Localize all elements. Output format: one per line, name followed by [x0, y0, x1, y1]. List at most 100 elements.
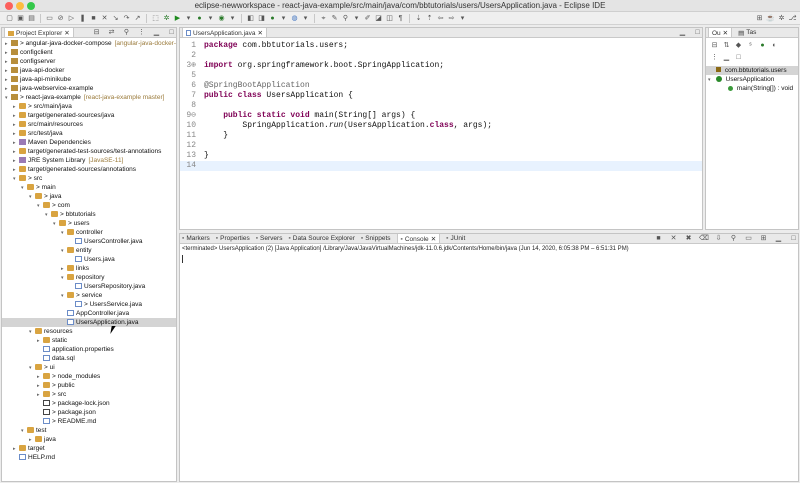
tab-console[interactable]: ▪ Console ✕ [396, 234, 441, 243]
forward-icon[interactable]: ⇨ [447, 14, 456, 23]
external-tools-icon[interactable]: ● [195, 14, 204, 23]
skip-breakpoints-icon[interactable]: ⊘ [56, 14, 65, 23]
console-output[interactable]: <terminated> UsersApplication (2) [Java … [180, 245, 798, 481]
tree-item[interactable]: ▸ JRE System Library [JavaSE-11] [2, 156, 176, 165]
close-icon[interactable]: ✕ [258, 29, 263, 37]
outline-package[interactable]: com.bbtutorials.users [706, 66, 798, 75]
code-line[interactable]: 3⊕ import org.springframework.boot.Spring… [180, 61, 702, 71]
tree-item[interactable]: ▸ > src/main/java [2, 102, 176, 111]
tree-item[interactable]: > package-lock.json [2, 399, 176, 408]
tab-snippets[interactable]: ▪ Snippets [361, 235, 391, 242]
open-console-icon[interactable]: ⊞ [759, 234, 768, 243]
disconnect-icon[interactable]: ✕ [100, 14, 109, 23]
code-line[interactable]: 9⊖ public static void main(String[] args… [180, 111, 702, 121]
tree-item[interactable]: ▾ resources [2, 327, 176, 336]
hide-local-types-icon[interactable]: ◐ [770, 41, 779, 50]
new-java-class-icon[interactable]: ● [268, 14, 277, 23]
close-icon[interactable]: ✕ [431, 235, 436, 243]
tree-item[interactable]: ▾ > service [2, 291, 176, 300]
tab-data-source-explorer[interactable]: ▪ Data Source Explorer [288, 235, 354, 242]
back-icon[interactable]: ⇦ [436, 14, 445, 23]
code-area[interactable]: 1 package com.bbtutorials.users; 2 3⊕ import… [180, 39, 702, 229]
tree-item[interactable]: ▾ > users [2, 219, 176, 228]
tree-item[interactable]: ▸ links [2, 264, 176, 273]
browser-dropdown-icon[interactable]: ▾ [301, 14, 310, 23]
hide-fields-icon[interactable]: ◆ [734, 41, 743, 50]
display-console-icon[interactable]: ▭ [744, 234, 753, 243]
tree-item[interactable]: UsersApplication.java [2, 318, 176, 327]
save-all-icon[interactable]: ▤ [27, 14, 36, 23]
tab-servers[interactable]: ▪ Servers [256, 235, 283, 242]
tree-item[interactable]: ▸ src/main/resources [2, 120, 176, 129]
tree-item[interactable]: ▾ > src [2, 174, 176, 183]
new-server-icon[interactable]: ⬚ [151, 14, 160, 23]
tree-item[interactable]: ▾ > java [2, 192, 176, 201]
tree-item[interactable]: ▸ configclient [2, 48, 176, 57]
tree-item[interactable]: ▸ java-api-minikube [2, 75, 176, 84]
tab-outline[interactable]: Ou ✕ [708, 28, 733, 37]
code-line[interactable]: 10 SpringApplication.run(UsersApplicatio… [180, 121, 702, 131]
new-class-dropdown-icon[interactable]: ▾ [279, 14, 288, 23]
view-menu-icon[interactable]: ⋮ [710, 53, 719, 62]
tree-item[interactable]: ▸ static [2, 336, 176, 345]
tab-users-application-java[interactable]: UsersApplication.java ✕ [182, 28, 267, 37]
search-dropdown-icon[interactable]: ▾ [352, 14, 361, 23]
tree-item[interactable]: ▸ target/generated-sources/java [2, 111, 176, 120]
maximize-view-icon[interactable]: □ [789, 234, 798, 243]
block-selection-icon[interactable]: ◫ [385, 14, 394, 23]
tree-item[interactable]: ▾ > bbtutorials [2, 210, 176, 219]
close-icon[interactable]: ✕ [64, 29, 69, 37]
collapse-all-icon[interactable]: ⊟ [92, 28, 101, 37]
scroll-lock-icon[interactable]: ⇩ [714, 234, 723, 243]
new-icon[interactable]: ▢ [5, 14, 14, 23]
debug-icon[interactable]: ✲ [162, 14, 171, 23]
prev-annotation-icon[interactable]: ⇡ [425, 14, 434, 23]
tree-item[interactable]: ▾ entity [2, 246, 176, 255]
tree-item[interactable]: > UsersService.java [2, 300, 176, 309]
tree-item[interactable]: HELP.md [2, 453, 176, 462]
tree-item[interactable]: ▸ target/generated-test-sources/test-anno… [2, 147, 176, 156]
tab-markers[interactable]: ▪ Markers [182, 235, 210, 242]
tab-junit[interactable]: ▪ JUnit [446, 235, 465, 242]
hide-nonpublic-icon[interactable]: ● [758, 41, 767, 50]
run-icon[interactable]: ▶ [173, 14, 182, 23]
tree-item[interactable]: AppController.java [2, 309, 176, 318]
new-java-project-icon[interactable]: ◧ [246, 14, 255, 23]
link-editor-icon[interactable]: ⇄ [107, 28, 116, 37]
coverage-icon[interactable]: ◉ [217, 14, 226, 23]
tree-item[interactable]: ▾ controller [2, 228, 176, 237]
tree-item[interactable]: > package.json [2, 408, 176, 417]
tree-item[interactable]: data.sql [2, 354, 176, 363]
tree-item[interactable]: ▾ > react-java-example [react-java-example… [2, 93, 176, 102]
tree-item[interactable]: ▸ java [2, 435, 176, 444]
code-line[interactable]: 7 public class UsersApplication { [180, 91, 702, 101]
tree-item[interactable]: UsersRepository.java [2, 282, 176, 291]
tree-item[interactable]: ▾ > main [2, 183, 176, 192]
tree-item[interactable]: ▾ > com [2, 201, 176, 210]
open-task-icon[interactable]: ✎ [330, 14, 339, 23]
remove-launch-icon[interactable]: ✕ [669, 234, 678, 243]
minimize-view-icon[interactable]: ▁ [152, 28, 161, 37]
tree-item[interactable]: ▸ > public [2, 381, 176, 390]
tree-item[interactable]: ▸ target [2, 444, 176, 453]
web-browser-icon[interactable]: ◍ [290, 14, 299, 23]
tree-item[interactable]: ▾ > ui [2, 363, 176, 372]
git-perspective-icon[interactable]: ⎇ [788, 14, 797, 23]
terminal-icon[interactable]: ▭ [45, 14, 54, 23]
toggle-mark-icon[interactable]: ◪ [374, 14, 383, 23]
tree-item[interactable]: ▸ java-api-docker [2, 66, 176, 75]
tree-item[interactable]: ▸ > angular-java-docker-compose [angular-j… [2, 39, 176, 48]
step-over-icon[interactable]: ↷ [122, 14, 131, 23]
open-type-icon[interactable]: ⌖ [319, 14, 328, 23]
step-return-icon[interactable]: ↗ [133, 14, 142, 23]
maximize-view-icon[interactable]: □ [693, 28, 702, 37]
tree-item[interactable]: UsersController.java [2, 237, 176, 246]
code-line[interactable]: 5 [180, 71, 702, 81]
code-line[interactable]: 2 [180, 51, 702, 61]
step-into-icon[interactable]: ↘ [111, 14, 120, 23]
maximize-view-icon[interactable]: □ [734, 53, 743, 62]
next-annotation-icon[interactable]: ⇣ [414, 14, 423, 23]
external-tools-dropdown-icon[interactable]: ▾ [206, 14, 215, 23]
resume-icon[interactable]: ▷ [67, 14, 76, 23]
tree-item[interactable]: ▾ repository [2, 273, 176, 282]
